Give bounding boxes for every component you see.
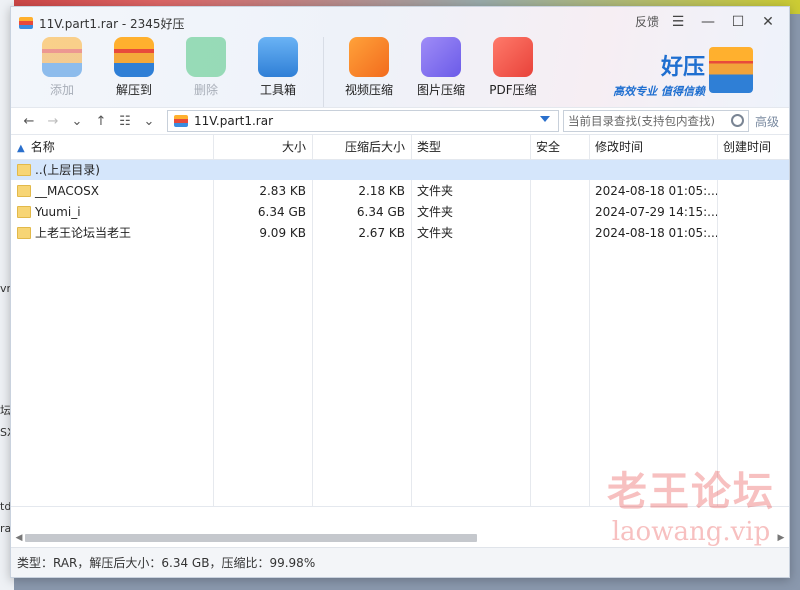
search-icon[interactable] bbox=[731, 114, 744, 127]
table-row[interactable]: 上老王论坛当老王 9.09 KB 2.67 KB 文件夹 2024-08-18 … bbox=[11, 222, 789, 243]
scroll-thumb[interactable] bbox=[25, 534, 477, 542]
file-list: ▲ 名称 大小 压缩后大小 类型 安全 修改时间 创建时间 ..(上层目录) __… bbox=[11, 135, 789, 507]
history-chevron-icon[interactable]: ⌄ bbox=[65, 114, 89, 129]
archive-icon bbox=[709, 47, 753, 93]
file-table: ▲ 名称 大小 压缩后大小 类型 安全 修改时间 创建时间 ..(上层目录) __… bbox=[11, 135, 789, 243]
video-compress-button[interactable]: 视频压缩 bbox=[338, 37, 400, 107]
image-icon bbox=[421, 37, 461, 77]
up-arrow-icon[interactable]: ↑ bbox=[89, 114, 113, 129]
brand-name: 好压 bbox=[660, 55, 705, 80]
extract-icon bbox=[114, 37, 154, 77]
column-header-packed-size[interactable]: 压缩后大小 bbox=[312, 135, 411, 160]
scroll-right-icon[interactable]: ▶ bbox=[775, 533, 787, 543]
search-input[interactable]: 当前目录查找(支持包内查找) bbox=[563, 110, 749, 132]
folder-icon bbox=[17, 164, 31, 177]
navigation-bar: ← → ⌄ ↑ ☷ ⌄ 11V.part1.rar 当前目录查找(支持包内查找)… bbox=[11, 107, 789, 135]
status-text: 类型：RAR，解压后大小：6.34 GB，压缩比：99.98% bbox=[17, 556, 316, 570]
status-bar: 类型：RAR，解压后大小：6.34 GB，压缩比：99.98% bbox=[11, 547, 789, 577]
column-header-size[interactable]: 大小 bbox=[213, 135, 312, 160]
recycle-icon bbox=[186, 37, 226, 77]
maximize-icon[interactable]: ☐ bbox=[723, 14, 753, 30]
delete-button[interactable]: 删除 bbox=[175, 37, 237, 107]
title-bar: 11V.part1.rar - 2345好压 反馈 ☰ — ☐ ✕ 添加 解压到… bbox=[11, 7, 789, 107]
extract-button[interactable]: 解压到 bbox=[103, 37, 165, 107]
advanced-search-button[interactable]: 高级 bbox=[755, 113, 779, 130]
add-icon bbox=[42, 37, 82, 77]
video-icon bbox=[349, 37, 389, 77]
sort-arrow-icon: ▲ bbox=[17, 143, 25, 155]
address-dropdown-icon[interactable] bbox=[540, 116, 550, 122]
column-header-security[interactable]: 安全 bbox=[530, 135, 589, 160]
extract-label: 解压到 bbox=[115, 83, 152, 97]
watermark: 老王论坛 laowang.vip bbox=[607, 468, 775, 547]
feedback-button[interactable]: 反馈 bbox=[635, 13, 659, 30]
window-title: 11V.part1.rar - 2345好压 bbox=[39, 17, 185, 31]
brand-logo: 好压 高效专业 值得信赖 bbox=[613, 47, 753, 103]
toolbox-icon bbox=[258, 37, 298, 77]
table-header: ▲ 名称 大小 压缩后大小 类型 安全 修改时间 创建时间 bbox=[11, 135, 789, 160]
column-header-modified[interactable]: 修改时间 bbox=[589, 135, 717, 160]
toolbar: 添加 解压到 删除 工具箱 视频压缩 图片压缩 PDF压缩 bbox=[31, 37, 554, 107]
app-window: 11V.part1.rar - 2345好压 反馈 ☰ — ☐ ✕ 添加 解压到… bbox=[10, 6, 790, 578]
toolbar-divider bbox=[323, 37, 324, 107]
table-row[interactable]: ..(上层目录) bbox=[11, 159, 789, 180]
brand-slogan: 高效专业 值得信赖 bbox=[613, 85, 705, 98]
archive-icon bbox=[174, 115, 188, 127]
view-mode-icon[interactable]: ☷ bbox=[113, 114, 137, 129]
column-header-name[interactable]: ▲ 名称 bbox=[11, 135, 213, 160]
back-arrow-icon[interactable]: ← bbox=[17, 114, 41, 129]
delete-label: 删除 bbox=[193, 83, 218, 97]
pdf-compress-label: PDF压缩 bbox=[489, 83, 537, 97]
image-compress-label: 图片压缩 bbox=[416, 83, 465, 97]
close-icon[interactable]: ✕ bbox=[753, 14, 783, 30]
table-row[interactable]: __MACOSX 2.83 KB 2.18 KB 文件夹 2024-08-18 … bbox=[11, 180, 789, 201]
menu-icon[interactable]: ☰ bbox=[663, 14, 693, 30]
toolbox-label: 工具箱 bbox=[259, 83, 296, 97]
column-header-created[interactable]: 创建时间 bbox=[717, 135, 789, 160]
scroll-left-icon[interactable]: ◀ bbox=[13, 533, 25, 543]
app-icon bbox=[19, 17, 33, 29]
column-header-type[interactable]: 类型 bbox=[411, 135, 530, 160]
folder-icon bbox=[17, 184, 31, 197]
search-placeholder: 当前目录查找(支持包内查找) bbox=[568, 114, 715, 128]
minimize-icon[interactable]: — bbox=[693, 14, 723, 30]
view-mode-chevron-icon[interactable]: ⌄ bbox=[137, 114, 161, 129]
window-controls: 反馈 ☰ — ☐ ✕ bbox=[635, 13, 783, 30]
folder-icon bbox=[17, 227, 31, 239]
pdf-icon bbox=[493, 37, 533, 77]
folder-icon bbox=[17, 205, 31, 218]
toolbox-button[interactable]: 工具箱 bbox=[247, 37, 309, 107]
add-label: 添加 bbox=[49, 83, 74, 97]
address-bar[interactable]: 11V.part1.rar bbox=[167, 110, 559, 132]
image-compress-button[interactable]: 图片压缩 bbox=[410, 37, 472, 107]
pdf-compress-button[interactable]: PDF压缩 bbox=[482, 37, 544, 107]
address-path: 11V.part1.rar bbox=[194, 114, 274, 128]
video-compress-label: 视频压缩 bbox=[344, 83, 393, 97]
forward-arrow-icon[interactable]: → bbox=[41, 114, 65, 129]
add-button[interactable]: 添加 bbox=[31, 37, 93, 107]
table-row[interactable]: Yuumi_i 6.34 GB 6.34 GB 文件夹 2024-07-29 1… bbox=[11, 201, 789, 222]
